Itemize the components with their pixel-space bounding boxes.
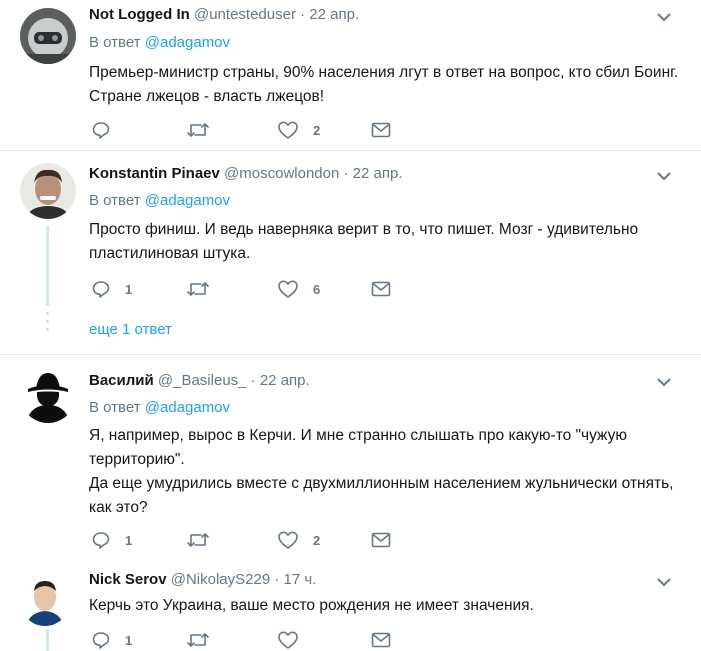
retweet-icon xyxy=(187,123,209,137)
chevron-down-icon[interactable] xyxy=(657,171,671,181)
dm-icon xyxy=(371,632,391,648)
retweet-button[interactable] xyxy=(186,529,224,551)
tweet-header: Nick Serov @NikolayS229 · 17 ч. xyxy=(89,571,316,588)
chevron-down-icon[interactable] xyxy=(657,577,671,587)
like-count: 6 xyxy=(313,281,321,297)
reply-context: В ответ @adagamov xyxy=(89,399,230,416)
retweet-button[interactable] xyxy=(186,278,224,300)
retweet-button[interactable] xyxy=(186,629,224,651)
dm-icon xyxy=(371,122,391,138)
tweet-4[interactable]: Nick Serov @NikolayS229 · 17 ч. Керчь эт… xyxy=(0,565,701,651)
like-icon xyxy=(278,531,298,549)
separator-dot: · xyxy=(343,165,349,182)
timestamp[interactable]: 17 ч. xyxy=(284,571,317,588)
dm-button[interactable] xyxy=(371,629,391,651)
author-name[interactable]: Nick Serov xyxy=(89,571,167,588)
avatar[interactable] xyxy=(20,576,70,626)
reply-button[interactable] xyxy=(91,119,125,141)
reply-button[interactable]: 1 xyxy=(91,629,132,651)
retweet-button[interactable] xyxy=(186,119,224,141)
tweet-text: Премьер-министр страны, 90% населения лг… xyxy=(89,64,679,105)
reply-to-link[interactable]: @adagamov xyxy=(145,399,230,416)
reply-prefix: В ответ xyxy=(89,34,141,51)
reply-button[interactable]: 1 xyxy=(91,529,132,551)
reply-context: В ответ @adagamov xyxy=(89,34,230,51)
retweet-icon xyxy=(187,633,209,647)
author-name[interactable]: Not Logged In xyxy=(89,6,190,23)
tweet-header: Not Logged In @untesteduser · 22 апр. xyxy=(89,6,359,23)
like-icon xyxy=(278,121,298,139)
retweet-icon xyxy=(187,282,209,296)
reply-icon xyxy=(92,532,110,549)
separator-dot: · xyxy=(250,372,256,389)
reply-count: 1 xyxy=(125,532,133,548)
like-count: 2 xyxy=(313,122,321,138)
tweet-text: Керчь это Украина, ваше место рождения н… xyxy=(89,597,534,614)
author-name[interactable]: Konstantin Pinaev xyxy=(89,165,220,182)
tweet-1[interactable]: Not Logged In @untesteduser · 22 апр. В … xyxy=(0,0,701,151)
avatar[interactable] xyxy=(20,163,76,219)
like-count: 2 xyxy=(313,532,321,548)
reply-icon xyxy=(92,632,110,649)
timestamp[interactable]: 22 апр. xyxy=(353,165,403,182)
tweet-header: Василий @_Basileus_ · 22 апр. xyxy=(89,372,310,389)
avatar[interactable] xyxy=(20,367,76,423)
separator-dot: · xyxy=(274,571,280,588)
dm-icon xyxy=(371,532,391,548)
author-name[interactable]: Василий xyxy=(89,372,154,389)
author-handle[interactable]: @_Basileus_ xyxy=(158,372,247,389)
timestamp[interactable]: 22 апр. xyxy=(309,6,359,23)
like-button[interactable] xyxy=(277,629,313,651)
dm-button[interactable] xyxy=(371,119,391,141)
chevron-down-icon[interactable] xyxy=(657,377,671,387)
thread-dots xyxy=(46,312,49,336)
more-replies-link[interactable]: еще 1 ответ xyxy=(89,321,172,338)
dm-button[interactable] xyxy=(371,529,391,551)
like-button[interactable]: 2 xyxy=(277,119,320,141)
like-button[interactable]: 6 xyxy=(277,278,320,300)
like-icon xyxy=(278,280,298,298)
reply-icon xyxy=(92,122,110,139)
author-handle[interactable]: @untesteduser xyxy=(194,6,296,23)
reply-prefix: В ответ xyxy=(89,399,141,416)
like-button[interactable]: 2 xyxy=(277,529,320,551)
reply-context: В ответ @adagamov xyxy=(89,192,230,209)
tweet-2[interactable]: Konstantin Pinaev @moscowlondon · 22 апр… xyxy=(0,151,701,355)
author-handle[interactable]: @NikolayS229 xyxy=(171,571,270,588)
reply-to-link[interactable]: @adagamov xyxy=(145,34,230,51)
thread-line xyxy=(46,629,49,651)
thread-line xyxy=(46,226,49,306)
reply-icon xyxy=(92,281,110,298)
tweet-text: Просто финиш. И ведь наверняка верит в т… xyxy=(89,221,639,262)
dm-button[interactable] xyxy=(371,278,391,300)
separator-dot: · xyxy=(300,6,306,23)
avatar[interactable] xyxy=(20,8,76,64)
tweet-3[interactable]: Василий @_Basileus_ · 22 апр. В ответ @a… xyxy=(0,355,701,565)
reply-to-link[interactable]: @adagamov xyxy=(145,192,230,209)
retweet-icon xyxy=(187,533,209,547)
tweet-text-line: Да еще умудрились вместе с двухмиллионны… xyxy=(89,475,674,516)
tweet-header: Konstantin Pinaev @moscowlondon · 22 апр… xyxy=(89,165,403,182)
reply-prefix: В ответ xyxy=(89,192,141,209)
author-handle[interactable]: @moscowlondon xyxy=(224,165,339,182)
tweet-text: Я, например, вырос в Керчи. И мне странн… xyxy=(89,424,679,520)
dm-icon xyxy=(371,281,391,297)
chevron-down-icon[interactable] xyxy=(657,12,671,22)
reply-count: 1 xyxy=(125,281,133,297)
timestamp[interactable]: 22 апр. xyxy=(260,372,310,389)
reply-button[interactable]: 1 xyxy=(91,278,132,300)
tweet-text-line: Я, например, вырос в Керчи. И мне странн… xyxy=(89,427,627,468)
reply-count: 1 xyxy=(125,632,133,648)
like-icon xyxy=(278,631,298,649)
